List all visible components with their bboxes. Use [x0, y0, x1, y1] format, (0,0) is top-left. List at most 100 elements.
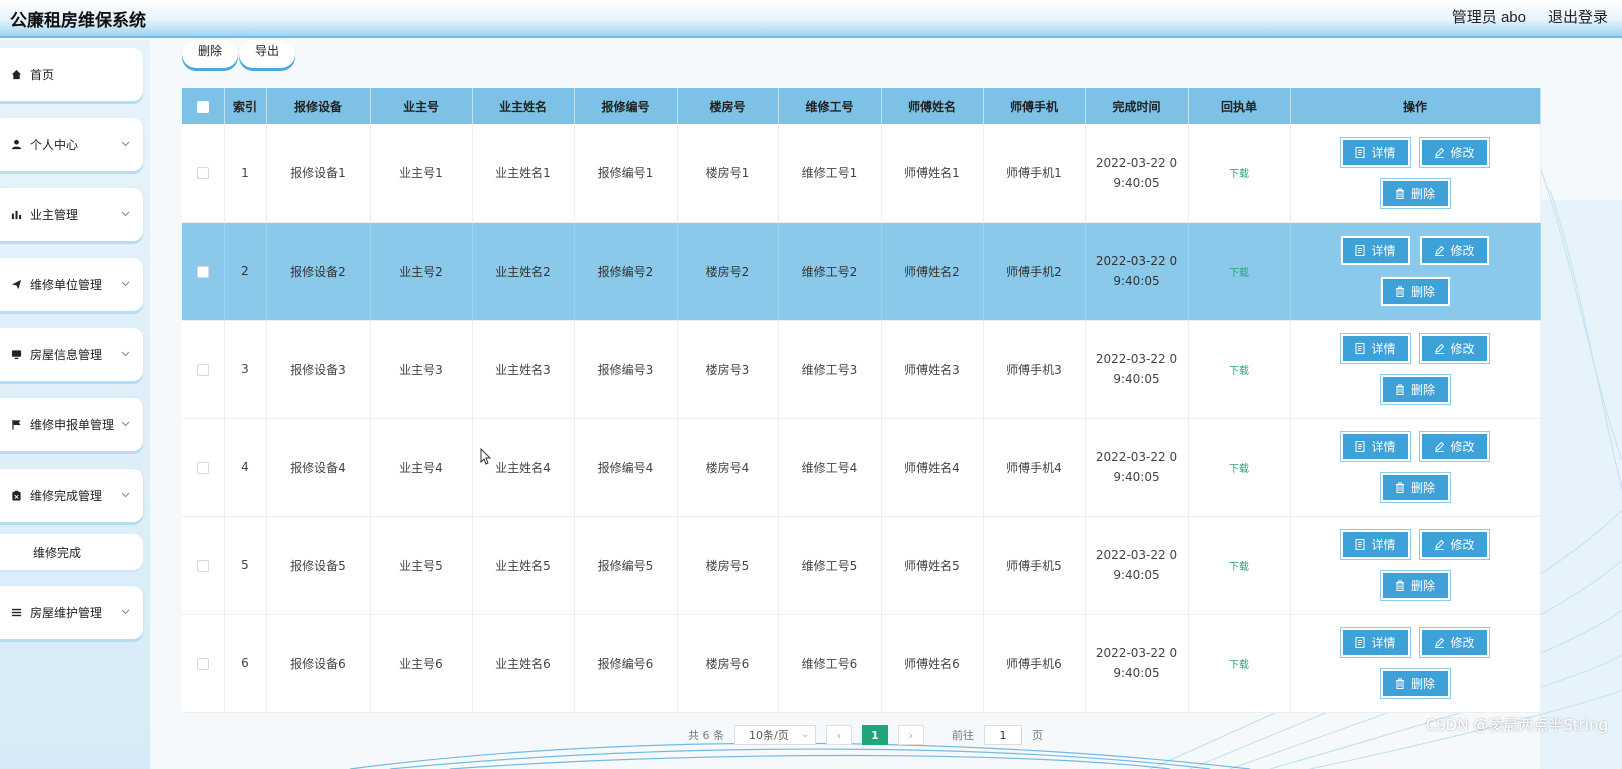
edit-button[interactable]: 修改: [1419, 333, 1490, 364]
delete-button[interactable]: 删除: [1379, 374, 1451, 405]
detail-button[interactable]: 详情: [1340, 333, 1411, 364]
owner-name-cell: 业主姓名4: [472, 418, 575, 517]
edit-button[interactable]: 修改: [1419, 529, 1490, 560]
detail-button[interactable]: 详情: [1340, 529, 1411, 560]
pagination: 共 6 条 10条/页 ⌄ ‹ 1 › 前往 1 页: [688, 724, 1043, 746]
receipt-download-link[interactable]: 下载: [1229, 464, 1249, 475]
row-select-cell: [182, 320, 225, 419]
delete-label: 删除: [1410, 481, 1435, 495]
send-icon: [10, 279, 22, 291]
receipt-download-link[interactable]: 下载: [1229, 268, 1249, 279]
building-cell: 楼房号4: [677, 418, 779, 517]
sidebar-item-repair-request-management[interactable]: 维修申报单管理: [0, 398, 143, 451]
table-row[interactable]: 5 报修设备5 业主号5 业主姓名5 报修编号5 楼房号5 维修工号5 师傅姓名5 师傅手机5 2…: [182, 516, 1541, 615]
row-checkbox[interactable]: [196, 363, 209, 376]
building-cell: 楼房号5: [677, 516, 779, 615]
row-checkbox[interactable]: [196, 265, 209, 278]
admin-user-label[interactable]: 管理员 abo: [1452, 6, 1526, 27]
finish-time-clock: 9:40:05: [1113, 666, 1160, 680]
sidebar-item-repair-complete-management[interactable]: 维修完成管理: [0, 469, 143, 522]
delete-label: 删除: [1410, 383, 1435, 397]
sidebar-item-home[interactable]: 首页: [0, 48, 143, 101]
detail-button[interactable]: 详情: [1340, 627, 1411, 658]
sidebar-item-label: 维修申报单管理: [30, 418, 115, 432]
master-name-cell: 师傅姓名5: [881, 516, 984, 615]
detail-button[interactable]: 详情: [1340, 235, 1411, 266]
device-cell: 报修设备3: [266, 320, 371, 419]
sidebar-item-house-info-management[interactable]: 房屋信息管理: [0, 328, 143, 381]
mouse-cursor-icon: [480, 448, 492, 465]
row-checkbox[interactable]: [196, 167, 209, 180]
flag-icon: [10, 419, 22, 431]
receipt-cell: 下载: [1188, 222, 1291, 321]
table-row[interactable]: 6 报修设备6 业主号6 业主姓名6 报修编号6 楼房号6 维修工号6 师傅姓名6 师傅手机6 2…: [182, 614, 1541, 713]
index-cell: 2: [224, 222, 267, 321]
column-header-index: 索引: [224, 88, 267, 124]
edit-button[interactable]: 修改: [1419, 627, 1490, 658]
table-row[interactable]: 2 报修设备2 业主号2 业主姓名2 报修编号2 楼房号2 维修工号2 师傅姓名2 师傅手机2 2…: [182, 222, 1541, 321]
row-actions-top: 详情 修改: [1340, 529, 1490, 560]
delete-button[interactable]: 删除: [1379, 177, 1451, 209]
document-icon: [1355, 245, 1366, 256]
finish-time-clock: 9:40:05: [1113, 470, 1160, 484]
row-select-cell: [182, 614, 225, 713]
prev-page-button[interactable]: ‹: [826, 725, 852, 745]
table-row[interactable]: 3 报修设备3 业主号3 业主姓名3 报修编号3 楼房号3 维修工号3 师傅姓名3 师傅手机3 2…: [182, 320, 1541, 419]
batch-delete-button[interactable]: 删除: [182, 40, 238, 68]
delete-button[interactable]: 删除: [1379, 472, 1451, 503]
table-row[interactable]: 1 报修设备1 业主号1 业主姓名1 报修编号1 楼房号1 维修工号1 师傅姓名1 师傅手机1 2…: [182, 124, 1541, 223]
logout-link[interactable]: 退出登录: [1548, 6, 1608, 27]
finish-time-date: 2022-03-22 0: [1095, 646, 1178, 660]
row-actions: 详情 修改删除: [1291, 627, 1540, 699]
sidebar-item-house-maintenance-management[interactable]: 房屋维护管理: [0, 586, 143, 639]
actions-cell: 详情 修改删除: [1290, 418, 1541, 517]
owner-name-cell: 业主姓名3: [472, 320, 575, 419]
sidebar-item-owner-management[interactable]: 业主管理: [0, 188, 143, 241]
receipt-download-link[interactable]: 下载: [1229, 366, 1249, 377]
index-cell: 5: [224, 516, 267, 615]
master-phone-cell: 师傅手机5: [983, 516, 1086, 615]
finish-time-cell: 2022-03-22 0 9:40:05: [1085, 222, 1189, 321]
receipt-download-link[interactable]: 下载: [1229, 169, 1249, 180]
page-suffix: 页: [1032, 729, 1043, 742]
receipt-cell: 下载: [1188, 418, 1291, 517]
sidebar-subitem-repair-complete[interactable]: 维修完成: [0, 534, 143, 570]
row-checkbox[interactable]: [196, 657, 209, 670]
receipt-download-link[interactable]: 下载: [1229, 660, 1249, 671]
detail-button[interactable]: 详情: [1340, 136, 1411, 168]
page-size-select[interactable]: 10条/页 ⌄: [734, 725, 816, 745]
actions-cell: 详情 修改删除: [1290, 614, 1541, 713]
delete-button[interactable]: 删除: [1379, 570, 1451, 601]
export-button[interactable]: 导出: [239, 40, 295, 68]
finish-time-cell: 2022-03-22 0 9:40:05: [1085, 124, 1189, 223]
delete-button[interactable]: 删除: [1379, 668, 1451, 699]
sidebar-item-personal-center[interactable]: 个人中心: [0, 118, 143, 171]
delete-button[interactable]: 删除: [1379, 276, 1451, 307]
select-all-checkbox[interactable]: [196, 100, 209, 113]
detail-button[interactable]: 详情: [1340, 431, 1411, 462]
records-table: 索引 报修设备 业主号 业主姓名 报修编号 楼房号 维修工号 师傅姓名 师傅手机…: [182, 88, 1541, 713]
receipt-download-link[interactable]: 下载: [1229, 562, 1249, 573]
receipt-cell: 下载: [1188, 516, 1291, 615]
worker-no-cell: 维修工号1: [778, 124, 882, 223]
column-header-master-name: 师傅姓名: [881, 88, 984, 124]
receipt-cell: 下载: [1188, 124, 1291, 223]
edit-button[interactable]: 修改: [1419, 235, 1490, 266]
goto-page-input[interactable]: 1: [984, 725, 1022, 745]
app-title: 公廉租房维保系统: [10, 11, 146, 31]
row-checkbox[interactable]: [196, 461, 209, 474]
delete-label: 删除: [1410, 677, 1435, 691]
column-header-repair-no: 报修编号: [574, 88, 678, 124]
edit-button[interactable]: 修改: [1419, 136, 1490, 168]
finish-time-clock: 9:40:05: [1113, 372, 1160, 386]
master-phone-cell: 师傅手机1: [983, 124, 1086, 223]
row-checkbox[interactable]: [196, 559, 209, 572]
sidebar-item-repair-unit-management[interactable]: 维修单位管理: [0, 258, 143, 311]
row-actions-top: 详情 修改: [1340, 431, 1490, 462]
next-page-button[interactable]: ›: [898, 725, 924, 745]
edit-button[interactable]: 修改: [1419, 431, 1490, 462]
page-number-button[interactable]: 1: [862, 725, 888, 745]
document-icon: [1355, 637, 1366, 648]
detail-label: 详情: [1371, 244, 1396, 258]
table-row[interactable]: 4 报修设备4 业主号4 业主姓名4 报修编号4 楼房号4 维修工号4 师傅姓名4 师傅手机4 2…: [182, 418, 1541, 517]
